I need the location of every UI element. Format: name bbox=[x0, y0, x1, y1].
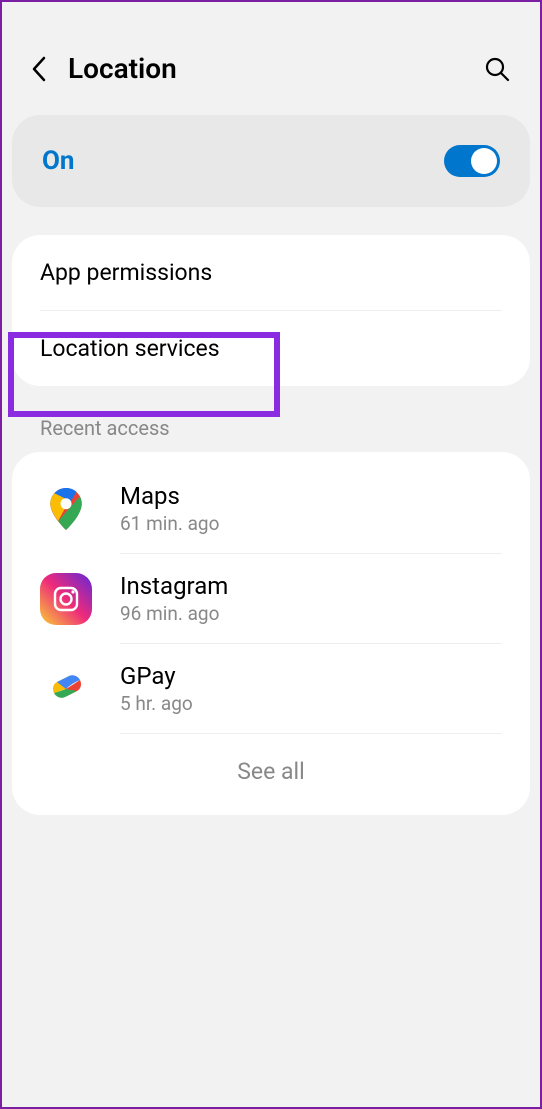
app-permissions-row[interactable]: App permissions bbox=[12, 235, 530, 310]
recent-item-maps[interactable]: Maps 61 min. ago bbox=[12, 464, 530, 553]
toggle-label: On bbox=[42, 146, 75, 176]
chevron-left-icon bbox=[31, 56, 47, 82]
app-time: 61 min. ago bbox=[120, 512, 502, 535]
app-time: 5 hr. ago bbox=[120, 692, 502, 715]
location-master-toggle[interactable]: On bbox=[12, 115, 530, 207]
header: Location bbox=[2, 2, 540, 115]
see-all-button[interactable]: See all bbox=[12, 734, 530, 797]
app-name: Maps bbox=[120, 482, 502, 510]
recent-access-label: Recent access bbox=[2, 404, 540, 452]
app-info: GPay 5 hr. ago bbox=[120, 662, 502, 715]
gpay-icon bbox=[40, 663, 92, 715]
recent-item-gpay[interactable]: GPay 5 hr. ago bbox=[12, 644, 530, 733]
recent-item-instagram[interactable]: Instagram 96 min. ago bbox=[12, 554, 530, 643]
toggle-switch[interactable] bbox=[444, 145, 500, 177]
location-services-row[interactable]: Location services bbox=[12, 311, 530, 386]
search-button[interactable] bbox=[482, 54, 512, 84]
toggle-knob bbox=[471, 148, 497, 174]
app-info: Instagram 96 min. ago bbox=[120, 572, 502, 625]
app-time: 96 min. ago bbox=[120, 602, 502, 625]
back-button[interactable] bbox=[30, 54, 48, 84]
recent-access-card: Maps 61 min. ago Instagram 96 min. ago bbox=[12, 452, 530, 815]
app-name: Instagram bbox=[120, 572, 502, 600]
app-name: GPay bbox=[120, 662, 502, 690]
instagram-icon bbox=[40, 573, 92, 625]
maps-icon bbox=[40, 483, 92, 535]
settings-card: App permissions Location services bbox=[12, 235, 530, 386]
page-title: Location bbox=[68, 52, 482, 85]
app-info: Maps 61 min. ago bbox=[120, 482, 502, 535]
search-icon bbox=[484, 56, 510, 82]
